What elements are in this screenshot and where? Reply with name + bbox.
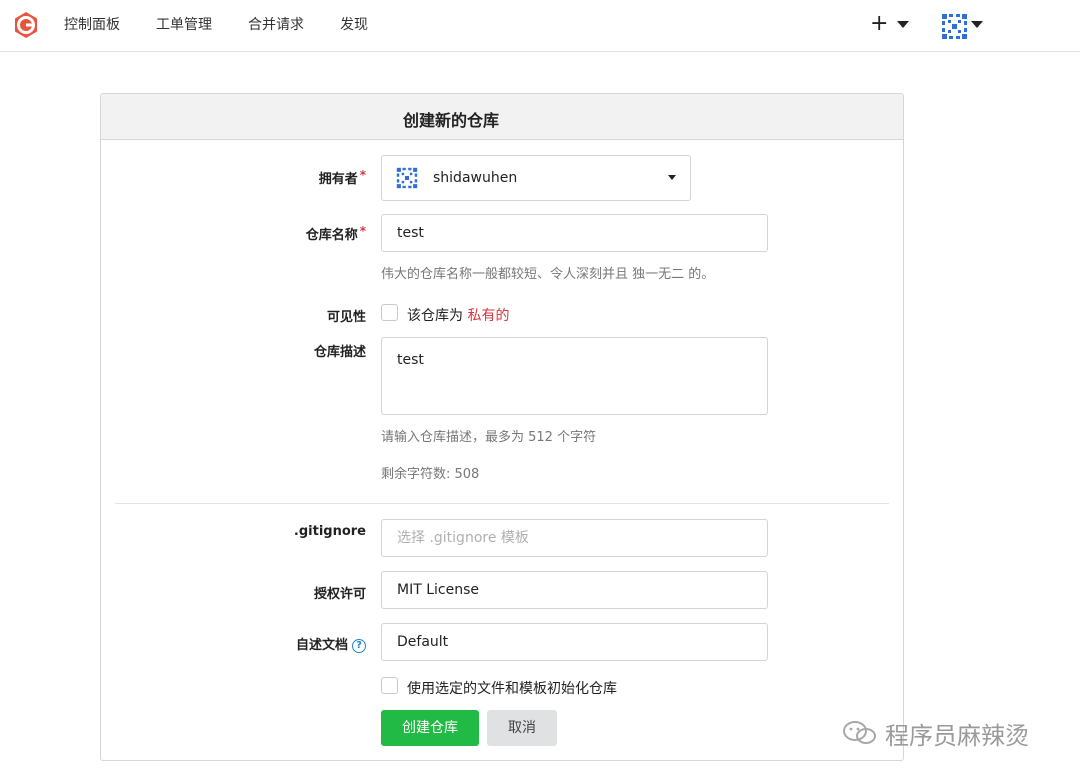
create-repo-panel: 创建新的仓库 拥有者 * shidawuhen 仓库名称 * test 伟大的仓库名… [100, 93, 904, 761]
description-textarea[interactable]: test [381, 337, 768, 415]
visibility-label: 可见性 [326, 310, 366, 325]
description-hint: 请输入仓库描述，最多为 512 个字符 [381, 430, 597, 445]
gitea-logo-icon[interactable] [12, 11, 40, 39]
description-label: 仓库描述 [313, 345, 366, 360]
readme-label: 自述文档? [166, 634, 366, 653]
gitignore-label: .gitignore [293, 524, 366, 539]
private-checkbox[interactable] [381, 304, 398, 321]
nav-dashboard[interactable]: 控制面板 [64, 16, 120, 34]
license-select[interactable]: MIT License [381, 571, 768, 609]
chevron-down-icon[interactable] [897, 21, 909, 28]
create-repo-button[interactable]: 创建仓库 [381, 710, 479, 746]
panel-header: 创建新的仓库 [101, 94, 903, 140]
nav-pull-requests[interactable]: 合并请求 [248, 16, 304, 34]
repo-name-label: 仓库名称 * [305, 224, 366, 243]
chevron-down-icon[interactable] [971, 21, 983, 28]
user-avatar[interactable] [941, 13, 968, 40]
auto-init-label: 使用选定的文件和模板初始化仓库 [407, 681, 617, 697]
nav-explore[interactable]: 发现 [340, 16, 368, 34]
gitignore-select[interactable]: 选择 .gitignore 模板 [381, 519, 768, 557]
readme-select[interactable]: Default [381, 623, 768, 661]
repo-name-hint: 伟大的仓库名称一般都较短、令人深刻并且 独一无二 的。 [381, 267, 715, 282]
cancel-button[interactable]: 取消 [487, 710, 557, 746]
owner-label: 拥有者 * [318, 168, 366, 187]
license-label: 授权许可 [313, 587, 366, 602]
section-divider [115, 503, 889, 504]
owner-avatar [396, 167, 418, 189]
watermark-text: 程序员麻辣烫 [885, 722, 1029, 750]
repo-name-input[interactable]: test [381, 214, 768, 252]
chevron-down-icon [668, 175, 676, 180]
private-checkbox-label: 该仓库为 私有的 [407, 308, 510, 324]
help-icon[interactable]: ? [352, 639, 366, 653]
create-plus-icon[interactable]: + [870, 13, 888, 35]
nav-issues[interactable]: 工单管理 [156, 16, 212, 34]
owner-dropdown[interactable]: shidawuhen [381, 155, 691, 201]
owner-value: shidawuhen [433, 170, 518, 186]
wechat-icon [843, 721, 876, 744]
page-title: 创建新的仓库 [402, 111, 499, 130]
remaining-chars: 剩余字符数: 508 [381, 467, 480, 482]
auto-init-checkbox[interactable] [381, 677, 398, 694]
top-navbar: 控制面板 工单管理 合并请求 发现 + [0, 0, 1080, 52]
